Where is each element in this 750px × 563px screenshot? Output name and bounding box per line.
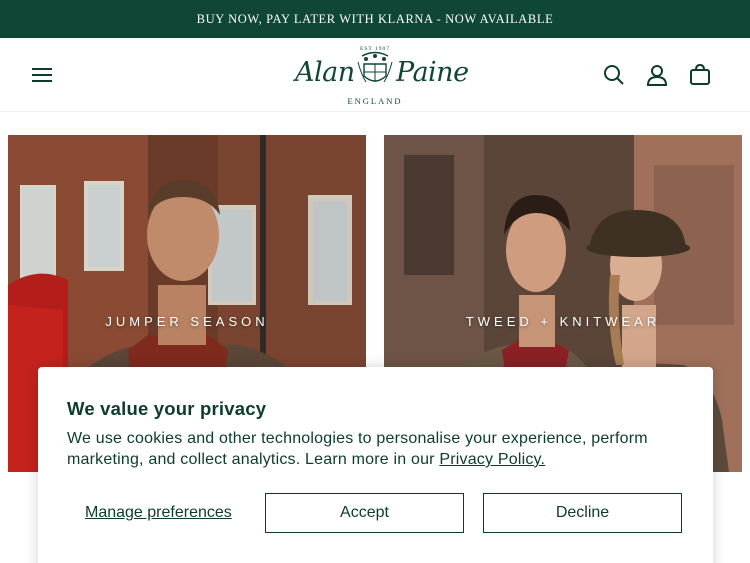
search-button[interactable] — [600, 62, 628, 88]
logo-sub: ENGLAND — [347, 96, 403, 106]
search-icon — [604, 65, 624, 85]
cookie-title: We value your privacy — [67, 398, 267, 419]
crest-icon — [357, 51, 393, 83]
cart-icon — [690, 64, 710, 85]
decline-button[interactable]: Decline — [483, 493, 682, 533]
site-header: EST 1907 Alan Paine ENGLAND — [0, 38, 750, 112]
logo-word-right: Paine — [396, 57, 469, 88]
account-button[interactable] — [643, 62, 671, 88]
brand-logo[interactable]: EST 1907 Alan Paine ENGLAND — [290, 44, 469, 106]
cookie-text: We use cookies and other technologies to… — [67, 428, 697, 470]
logo-word-left: Alan — [295, 57, 355, 88]
tile-label-tweed-knitwear: TWEED + KNITWEAR — [465, 314, 661, 329]
manage-preferences-link[interactable]: Manage preferences — [85, 504, 232, 522]
cookie-body: We use cookies and other technologies to… — [67, 430, 648, 468]
announcement-bar: BUY NOW, PAY LATER WITH KLARNA - NOW AVA… — [0, 0, 750, 38]
accept-button[interactable]: Accept — [265, 493, 464, 533]
cart-button[interactable] — [686, 62, 714, 88]
menu-icon — [32, 68, 52, 82]
menu-button[interactable] — [28, 62, 56, 88]
privacy-policy-link[interactable]: Privacy Policy. — [439, 451, 545, 468]
announcement-text: BUY NOW, PAY LATER WITH KLARNA - NOW AVA… — [196, 11, 554, 26]
tile-label-jumper-season: JUMPER SEASON — [105, 314, 269, 329]
account-icon — [646, 65, 668, 86]
cookie-banner: We value your privacy We use cookies and… — [38, 367, 713, 563]
